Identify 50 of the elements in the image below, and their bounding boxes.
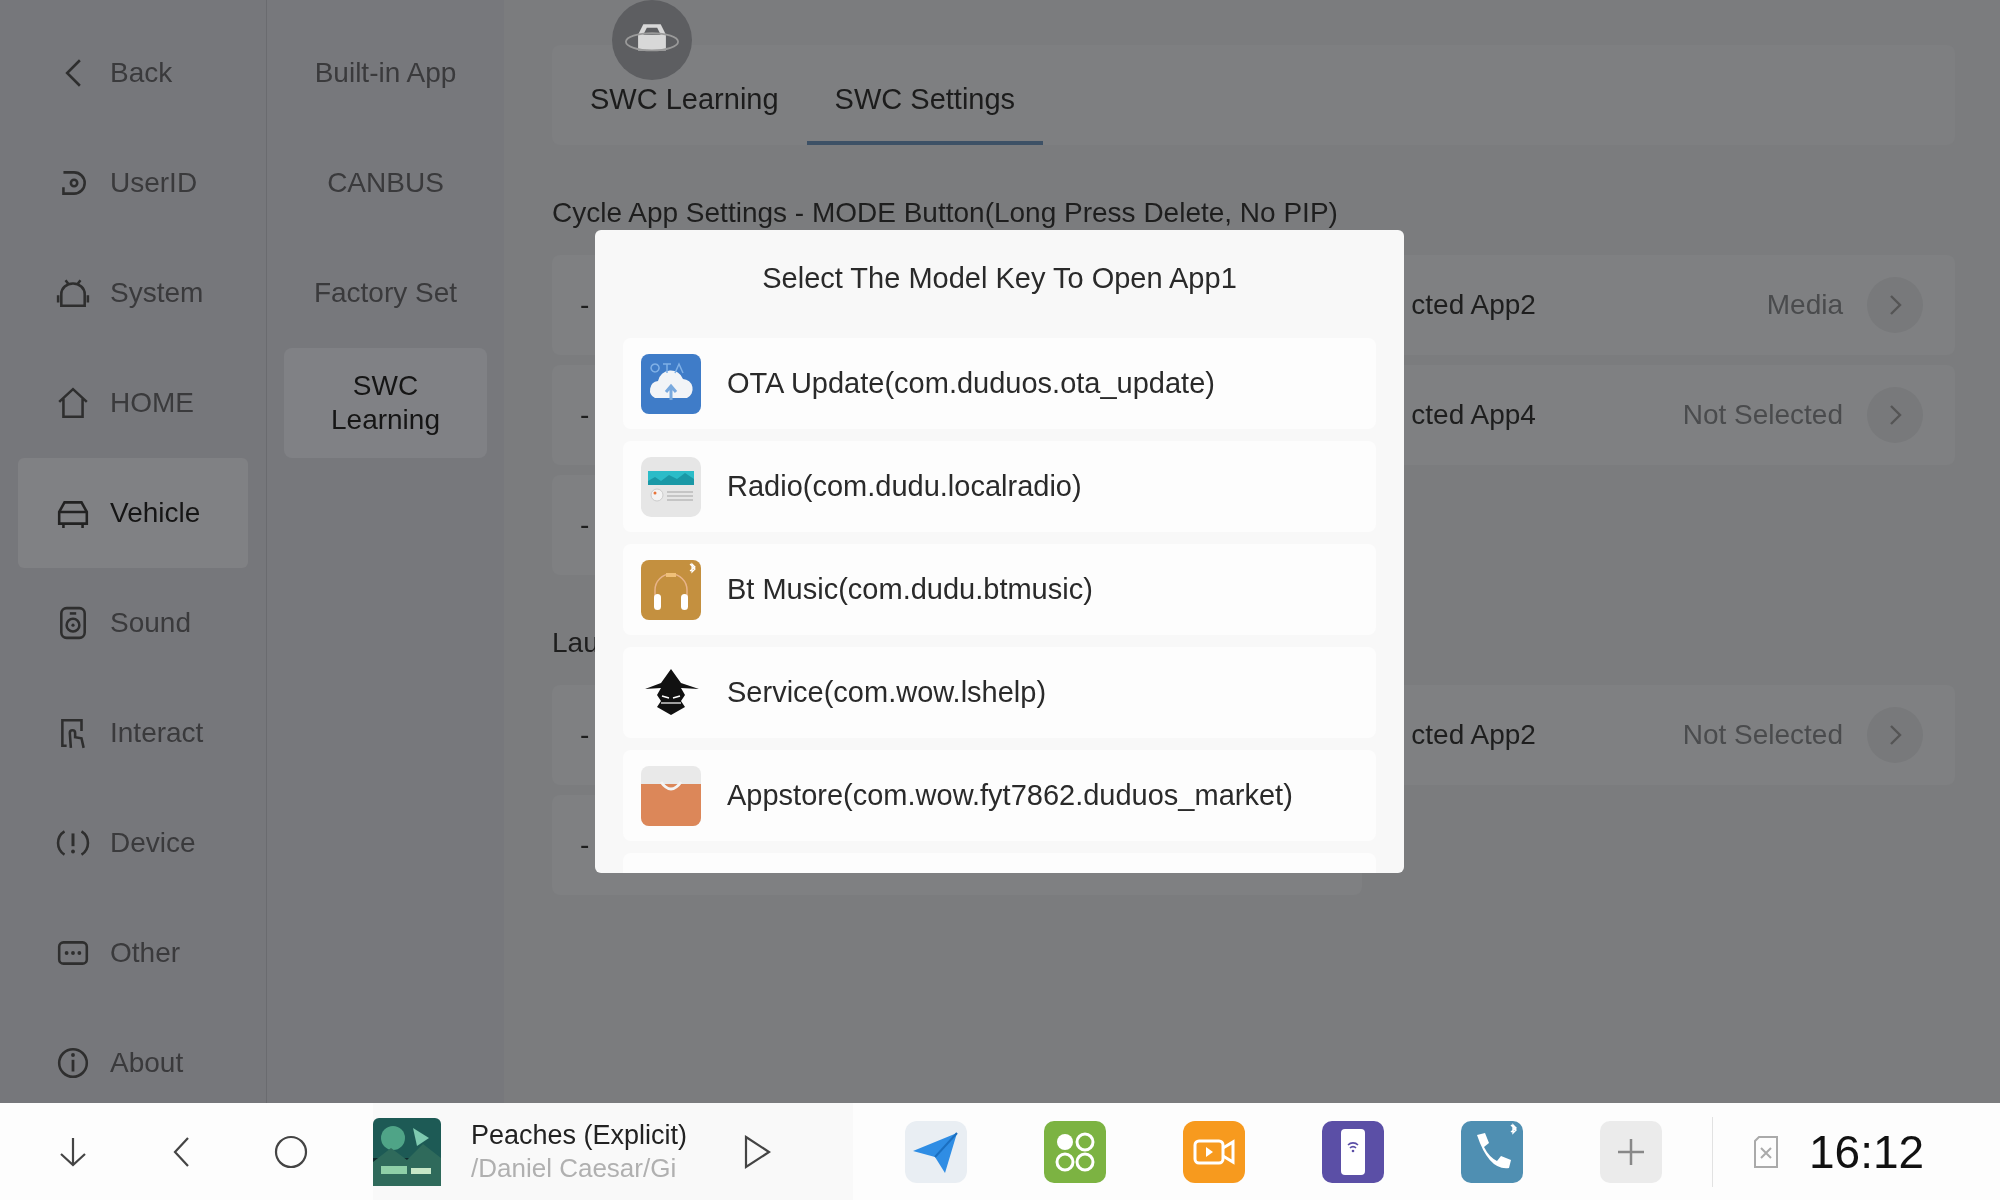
- app-list-item[interactable]: Radio(com.dudu.localradio): [623, 441, 1376, 532]
- row-label: -: [580, 829, 590, 861]
- phone-wifi-icon[interactable]: [1322, 1120, 1384, 1183]
- submenu-item[interactable]: CANBUS: [284, 128, 487, 238]
- clock-time: 16:12: [1809, 1124, 1925, 1179]
- home-icon: [56, 386, 90, 420]
- phone-icon[interactable]: [1461, 1120, 1523, 1183]
- sidebar-item[interactable]: Interact: [18, 678, 248, 788]
- sidebar-item[interactable]: Vehicle: [18, 458, 248, 568]
- submenu-item[interactable]: SWC Learning: [284, 348, 487, 458]
- car-icon[interactable]: [612, 0, 692, 80]
- sidebar-item[interactable]: HOME: [18, 348, 248, 458]
- paper-plane-icon[interactable]: [905, 1120, 967, 1183]
- radio-icon: [641, 456, 701, 517]
- row-label: -: [580, 719, 590, 751]
- back-icon: [65, 58, 82, 88]
- submenu-item[interactable]: Built-in App: [284, 18, 487, 128]
- close-icon[interactable]: [1751, 1133, 1781, 1170]
- sidebar-item[interactable]: Sound: [18, 568, 248, 678]
- app-list-item[interactable]: Service(com.wow.lshelp): [623, 647, 1376, 738]
- dialog-title: Select The Model Key To Open App1: [761, 260, 1238, 296]
- app-list-item[interactable]: OTA Update(com.duduos.ota_update): [623, 338, 1376, 429]
- tab[interactable]: SWC Settings: [806, 45, 1044, 145]
- app-list-item[interactable]: Appstore(com.wow.fyt7862.duduos_market): [623, 750, 1376, 841]
- plus-icon[interactable]: [1600, 1120, 1662, 1183]
- song-title: Peaches (Explicit): [471, 1119, 689, 1151]
- video-camera-icon[interactable]: [1183, 1120, 1245, 1183]
- sidebar-item[interactable]: UserID: [18, 128, 248, 238]
- row-label: cted App4: [1411, 399, 1537, 431]
- song-artist: /Daniel Caesar/Gi: [471, 1152, 678, 1184]
- row-label: -: [580, 289, 590, 321]
- apps-icon[interactable]: [1044, 1120, 1106, 1183]
- tab[interactable]: SWC Learning: [562, 45, 807, 145]
- sidebar-item[interactable]: About: [18, 1008, 248, 1103]
- row-label: -: [580, 509, 590, 541]
- row-label: cted App2: [1411, 289, 1537, 321]
- headphones-icon: [641, 559, 701, 620]
- home-icon[interactable]: [273, 1133, 309, 1170]
- sidebar-item[interactable]: Other: [18, 898, 248, 1008]
- row-label: -: [580, 399, 590, 431]
- sidebar-item[interactable]: Back: [18, 18, 248, 128]
- shopping-bag-icon: [641, 765, 701, 826]
- app-list-item[interactable]: Bt Music(com.dudu.btmusic): [623, 544, 1376, 635]
- sidebar-item[interactable]: System: [18, 238, 248, 348]
- cloud-upload-icon: [641, 353, 701, 414]
- sidebar-item[interactable]: Device: [18, 788, 248, 898]
- row-label: cted App2: [1411, 719, 1537, 751]
- section-title: Cycle App Settings - MODE Button(Long Press Delete, No PIP): [552, 197, 1339, 229]
- info-icon: [56, 1046, 90, 1080]
- submenu-item[interactable]: Factory Set: [284, 238, 487, 348]
